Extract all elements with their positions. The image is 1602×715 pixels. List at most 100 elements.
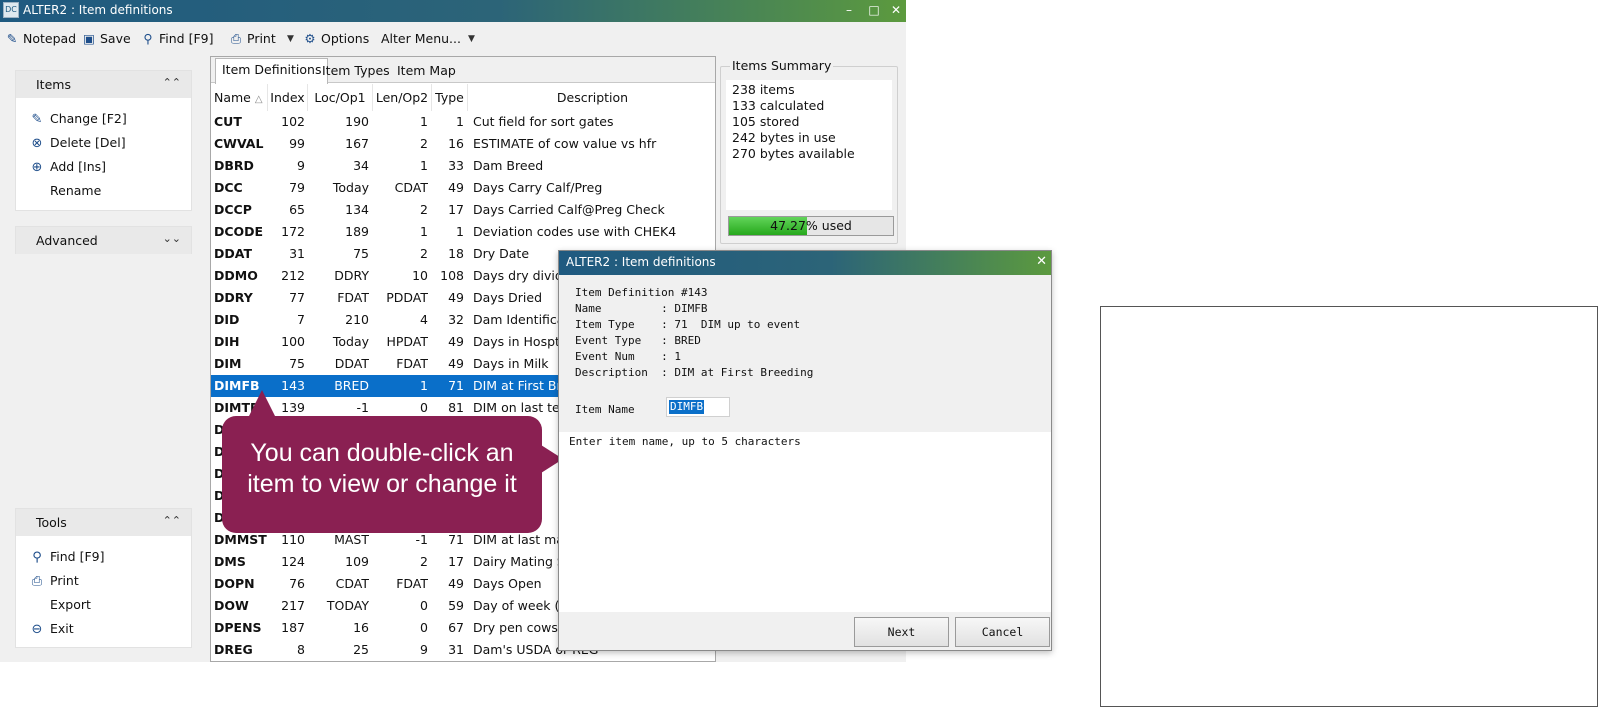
cell-name: DCC — [214, 180, 243, 195]
cell-loc-op1: BRED — [334, 378, 369, 393]
toolbar: ✎ Notepad ▣ Save ⚲ Find [F9] ⎙ Print ▼ ⚙ Opti… — [0, 25, 906, 53]
cell-len-op2: 1 — [420, 114, 428, 129]
items-summary-title: Items Summary — [730, 58, 834, 73]
cell-description: Dam Breed — [473, 158, 544, 173]
dialog-close-button[interactable]: ✕ — [1036, 254, 1047, 269]
cell-type: 49 — [448, 290, 464, 305]
cell-name: CUT — [214, 114, 242, 129]
cell-name: CWVAL — [214, 136, 264, 151]
cell-name: DPENS — [214, 620, 262, 635]
tab-item-definitions[interactable]: Item Definitions — [215, 58, 329, 84]
table-row[interactable]: DCODE 172 189 1 1 Deviation codes use with CH… — [211, 221, 715, 243]
cell-loc-op1: 210 — [345, 312, 369, 327]
notepad-label: Notepad — [23, 31, 77, 46]
cell-name: DIM — [214, 356, 242, 371]
notepad-button[interactable]: ✎ Notepad — [4, 30, 76, 48]
maximize-button[interactable]: □ — [862, 0, 886, 22]
collapse-chevron-icon[interactable]: ⌃⌃ — [163, 514, 181, 527]
cell-type: 1 — [456, 224, 464, 239]
table-row[interactable]: DBRD 9 34 1 33 Dam Breed — [211, 155, 715, 177]
cell-description: ESTIMATE of cow value vs hfr — [473, 136, 657, 151]
cell-index: 100 — [281, 334, 305, 349]
find-button[interactable]: ⚲ Find [F9] — [140, 30, 213, 48]
cell-loc-op1: 134 — [345, 202, 369, 217]
column-header-name[interactable]: Name △ — [211, 84, 268, 111]
cell-loc-op1: TODAY — [326, 598, 369, 613]
table-row[interactable]: DCC 79 Today CDAT 49 Days Carry Calf/Preg — [211, 177, 715, 199]
tools-panel: Tools ⌃⌃ ⚲ Find [F9] ⎙ Print Export ⊖ Exit — [15, 508, 192, 648]
column-header-len-op2[interactable]: Len/Op2 — [373, 84, 432, 111]
delete-circle-icon: ⊗ — [31, 136, 43, 151]
change-item-button[interactable]: ✎ Change [F2] — [28, 109, 127, 129]
usage-progress-label: 47.27% used — [770, 218, 852, 233]
cell-len-op2: 2 — [420, 246, 428, 261]
table-row[interactable]: CUT 102 190 1 1 Cut field for sort gates — [211, 111, 715, 133]
cell-loc-op1: 16 — [353, 620, 369, 635]
dialog-info-line: Item Definition #143 — [575, 286, 708, 299]
cell-len-op2: 2 — [420, 554, 428, 569]
dialog-title: ALTER2 : Item definitions — [566, 255, 716, 269]
minimize-button[interactable]: – — [837, 0, 861, 22]
tools-exit-label: Exit — [50, 621, 74, 636]
dialog-info-line: Event Num : 1 — [575, 350, 681, 363]
cell-name: DBRD — [214, 158, 254, 173]
tools-export-button[interactable]: Export — [28, 595, 91, 615]
save-button[interactable]: ▣ Save — [81, 30, 131, 48]
delete-item-button[interactable]: ⊗ Delete [Del] — [28, 133, 126, 153]
sort-ascending-icon: △ — [254, 94, 263, 105]
cell-len-op2: 0 — [420, 598, 428, 613]
cell-len-op2: 1 — [420, 158, 428, 173]
items-panel-header[interactable]: Items ⌃⌃ — [16, 71, 191, 98]
options-button[interactable]: ⚙ Options — [302, 30, 369, 48]
tools-exit-button[interactable]: ⊖ Exit — [28, 619, 74, 639]
cell-index: 77 — [289, 290, 305, 305]
column-header-loc-op1[interactable]: Loc/Op1 — [308, 84, 373, 111]
cell-loc-op1: Today — [332, 180, 369, 195]
advanced-panel-header[interactable]: Advanced ⌄⌄ — [16, 227, 191, 254]
next-button[interactable]: Next — [854, 617, 949, 647]
cell-type: 1 — [456, 114, 464, 129]
tools-panel-header[interactable]: Tools ⌃⌃ — [16, 509, 191, 536]
collapse-chevron-icon[interactable]: ⌃⌃ — [163, 76, 181, 89]
dialog-title-bar[interactable]: ALTER2 : Item definitions ✕ — [559, 251, 1051, 275]
cell-type: 49 — [448, 356, 464, 371]
table-row[interactable]: CWVAL 99 167 2 16 ESTIMATE of cow value vs hf… — [211, 133, 715, 155]
tools-find-button[interactable]: ⚲ Find [F9] — [28, 547, 104, 567]
alter-menu-chevron-icon[interactable]: ▼ — [468, 30, 475, 48]
cell-loc-op1: 109 — [345, 554, 369, 569]
tab-item-map[interactable]: Item Map — [391, 60, 462, 83]
callout-text: You can double-click an item to view or … — [222, 438, 542, 500]
print-button[interactable]: ⎙ Print — [228, 30, 276, 48]
close-button[interactable]: ✕ — [884, 0, 906, 22]
cell-len-op2: FDAT — [396, 356, 428, 371]
cell-name: DMS — [214, 554, 246, 569]
alter-menu-button[interactable]: Alter Menu... — [381, 30, 461, 48]
expand-chevron-icon[interactable]: ⌄⌄ — [163, 232, 181, 245]
add-label: Add [Ins] — [50, 159, 107, 174]
title-bar[interactable]: DC ALTER2 : Item definitions – □ ✕ — [0, 0, 906, 22]
cell-loc-op1: 189 — [345, 224, 369, 239]
table-row[interactable]: DCCP 65 134 2 17 Days Carried Calf@Preg Check — [211, 199, 715, 221]
callout-line-1: You can double-click an — [250, 439, 514, 467]
cell-name: DDMO — [214, 268, 258, 283]
column-header-index[interactable]: Index — [268, 84, 308, 111]
cell-len-op2: 1 — [420, 224, 428, 239]
cell-loc-op1: CDAT — [335, 576, 369, 591]
cell-type: 67 — [448, 620, 464, 635]
dialog-info-line: Event Type : BRED — [575, 334, 701, 347]
item-name-input[interactable]: DIMFB — [666, 397, 730, 417]
empty-frame — [1100, 306, 1598, 707]
edit-icon: ✎ — [31, 112, 43, 127]
callout-arrow-up — [248, 390, 276, 418]
tab-item-types[interactable]: Item Types — [316, 60, 396, 83]
cancel-button[interactable]: Cancel — [955, 617, 1050, 647]
column-header-type[interactable]: Type — [432, 84, 468, 111]
rename-item-button[interactable]: Rename — [28, 181, 101, 201]
cell-name: DDAT — [214, 246, 252, 261]
print-dropdown-chevron-icon[interactable]: ▼ — [287, 30, 294, 48]
cell-description: Days Carry Calf/Preg — [473, 180, 603, 195]
tools-print-button[interactable]: ⎙ Print — [28, 571, 79, 591]
advanced-panel[interactable]: Advanced ⌄⌄ — [15, 226, 192, 254]
column-header-description[interactable]: Description — [468, 84, 715, 111]
add-item-button[interactable]: ⊕ Add [Ins] — [28, 157, 107, 177]
